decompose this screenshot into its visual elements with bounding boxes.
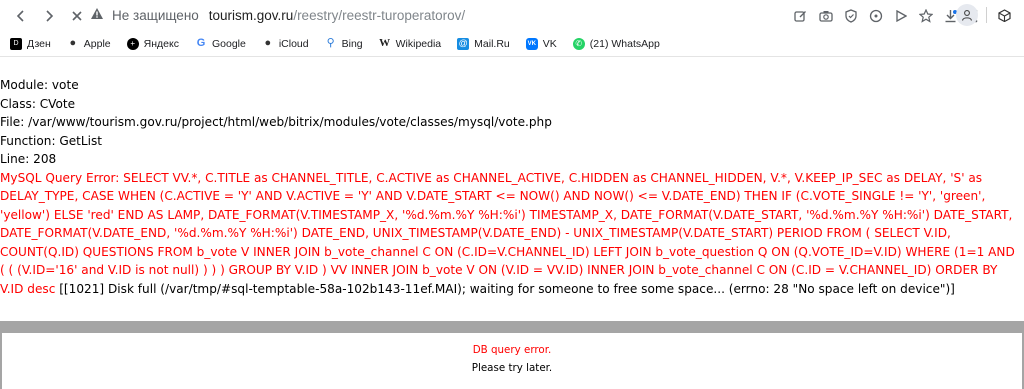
- bookmark-label: Дзен: [27, 37, 51, 50]
- bookmark-label: Яндекс: [143, 37, 179, 50]
- forward-icon[interactable]: [36, 3, 62, 29]
- back-icon[interactable]: [8, 3, 34, 29]
- translate-icon[interactable]: [863, 3, 888, 29]
- bookmark-apple[interactable]: ● Apple: [67, 37, 111, 50]
- bookmark-vk[interactable]: VK VK: [525, 37, 557, 50]
- bookmark-google[interactable]: G Google: [195, 38, 246, 50]
- play-icon[interactable]: [888, 3, 913, 29]
- bookmark-wikipedia[interactable]: W Wikipedia: [379, 37, 442, 50]
- star-icon[interactable]: [913, 3, 938, 29]
- camera-icon[interactable]: [813, 3, 838, 29]
- function-line: Function: GetList: [0, 133, 103, 148]
- db-error-hint: Please try later.: [471, 362, 553, 374]
- url-path[interactable]: /reestry/reestr-turoperatorov/: [293, 8, 465, 23]
- url-domain[interactable]: tourism.gov.ru: [209, 8, 294, 23]
- sql-query: MySQL Query Error: SELECT VV.*, C.TITLE …: [0, 170, 1015, 296]
- yandex-icon: +: [126, 37, 139, 50]
- bookmark-label: (21) WhatsApp: [589, 37, 660, 50]
- bookmark-label: Google: [211, 37, 246, 50]
- toolbar-divider: [986, 7, 987, 23]
- address-bar[interactable]: Не защищено tourism.gov.ru /reestry/rees…: [90, 4, 465, 26]
- dzen-icon: D: [10, 37, 22, 50]
- bookmark-label: Wikipedia: [395, 37, 442, 50]
- bookmark-label: Bing: [341, 37, 363, 50]
- extensions-icon[interactable]: [993, 4, 1015, 26]
- apple-icon: ●: [69, 37, 77, 49]
- nav-buttons: [8, 3, 90, 29]
- bookmark-label: Apple: [83, 37, 111, 50]
- vk-icon: VK: [525, 37, 538, 50]
- page-content: Module: vote Class: CVote File: /var/www…: [0, 76, 1024, 298]
- bookmark-label: iCloud: [278, 37, 309, 50]
- mailru-icon: @: [457, 37, 470, 50]
- apple-icon: ●: [264, 37, 272, 49]
- bookmark-icloud[interactable]: ● iCloud: [262, 38, 309, 50]
- profile-avatar[interactable]: [956, 4, 978, 26]
- whatsapp-icon: ✆: [572, 37, 585, 50]
- bookmark-mailru[interactable]: @ Mail.Ru: [457, 37, 510, 50]
- file-line: File: /var/www/tourism.gov.ru/project/ht…: [0, 115, 552, 129]
- sql-error-message: MySQL Query Error: SELECT VV.*, C.TITLE …: [0, 169, 1022, 299]
- browser-toolbar: Не защищено tourism.gov.ru /reestry/rees…: [0, 0, 1024, 31]
- error-detail: [[1021] Disk full (/var/tmp/#sql-temptab…: [55, 281, 955, 296]
- bookmark-dzen[interactable]: D Дзен: [10, 37, 51, 50]
- module-line: Module: vote: [0, 78, 79, 92]
- security-label[interactable]: Не защищено: [112, 8, 199, 23]
- wikipedia-icon: W: [379, 37, 391, 49]
- bookmark-bing[interactable]: ⚲ Bing: [325, 38, 363, 50]
- line-number: Line: 208: [0, 152, 57, 166]
- class-line: Class: CVote: [0, 96, 76, 111]
- google-icon: G: [196, 37, 206, 49]
- bookmarks-bar: D Дзен ● Apple + Яндекс G Google ● iClou…: [0, 31, 1024, 57]
- bookmark-label: VK: [542, 37, 557, 50]
- bookmark-yandex[interactable]: + Яндекс: [126, 37, 179, 50]
- search-icon: ⚲: [326, 37, 335, 49]
- warning-icon[interactable]: [90, 7, 104, 23]
- db-error-title: DB query error.: [472, 344, 552, 356]
- divider-band: [0, 321, 1024, 333]
- bookmark-whatsapp[interactable]: ✆ (21) WhatsApp: [572, 37, 660, 50]
- close-icon[interactable]: [64, 3, 90, 29]
- edit-icon[interactable]: [788, 3, 813, 29]
- shield-icon[interactable]: [838, 3, 863, 29]
- db-error-box: DB query error. Please try later.: [0, 333, 1024, 389]
- bookmark-label: Mail.Ru: [474, 37, 510, 50]
